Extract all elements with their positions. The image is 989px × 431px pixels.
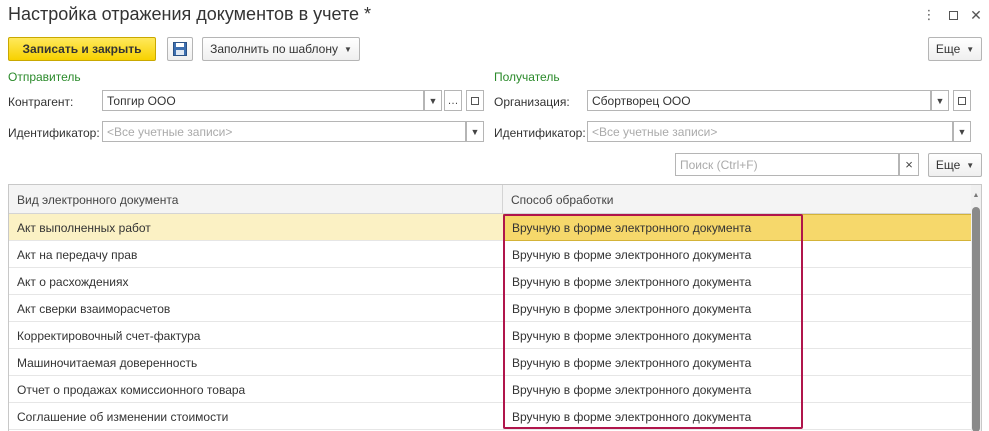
- organization-open-button[interactable]: [953, 90, 971, 111]
- method-cell[interactable]: Вручную в форме электронного документа: [503, 295, 751, 322]
- chevron-down-icon: ▼: [957, 126, 967, 137]
- chevron-down-icon: ▼: [966, 44, 975, 54]
- save-and-close-label: Записать и закрыть: [22, 42, 142, 56]
- method-cell[interactable]: Вручную в форме электронного документа: [503, 349, 751, 376]
- column-header-method[interactable]: Способ обработки: [503, 185, 613, 214]
- open-link-icon: [471, 96, 479, 105]
- counterparty-label: Контрагент:: [8, 95, 74, 109]
- scrollbar-thumb[interactable]: [972, 207, 980, 431]
- search-input[interactable]: Поиск (Ctrl+F): [675, 153, 899, 176]
- counterparty-value: Топгир ООО: [107, 93, 176, 108]
- organization-dropdown-button[interactable]: ▼: [931, 90, 949, 111]
- save-and-close-button[interactable]: Записать и закрыть: [8, 37, 156, 61]
- counterparty-select-button[interactable]: …: [444, 90, 462, 111]
- doc-type-cell: Акт на передачу прав: [17, 247, 138, 262]
- floppy-disk-icon: [173, 42, 187, 56]
- organization-value: Сбортворец ООО: [592, 93, 691, 108]
- window-title: Настройка отражения документов в учете *: [8, 4, 372, 24]
- open-link-icon: [958, 96, 966, 105]
- doc-type-cell: Соглашение об изменении стоимости: [17, 409, 229, 424]
- kebab-menu-icon[interactable]: ⋮: [920, 6, 938, 24]
- doc-type-cell: Отчет о продажах комиссионного товара: [17, 382, 246, 397]
- table-row[interactable]: Акт сверки взаиморасчетов Вручную в форм…: [9, 295, 973, 322]
- table-header: Вид электронного документа Способ обрабо…: [9, 185, 973, 214]
- doc-type-cell: Акт сверки взаиморасчетов: [17, 301, 171, 316]
- maximize-icon[interactable]: [944, 6, 962, 24]
- recipient-identifier-placeholder: <Все учетные записи>: [592, 124, 718, 139]
- doc-type-cell: Корректировочный счет-фактура: [17, 328, 201, 343]
- more-label: Еще: [935, 42, 961, 56]
- chevron-down-icon: ▼: [428, 95, 438, 106]
- fill-by-template-button[interactable]: Заполнить по шаблону ▼: [202, 37, 360, 61]
- save-button[interactable]: [167, 37, 193, 61]
- table-row[interactable]: Акт о расхождениях Вручную в форме элект…: [9, 268, 973, 295]
- close-icon[interactable]: ✕: [967, 6, 985, 24]
- sender-identifier-field[interactable]: <Все учетные записи>: [102, 121, 466, 142]
- counterparty-field[interactable]: Топгир ООО: [102, 90, 424, 111]
- recipient-section-label: Получатель: [494, 70, 560, 84]
- method-cell[interactable]: Вручную в форме электронного документа: [503, 268, 751, 295]
- chevron-down-icon: ▼: [343, 44, 352, 54]
- table-scrollbar[interactable]: ▲: [971, 185, 981, 431]
- fill-by-template-label: Заполнить по шаблону: [210, 42, 338, 56]
- clear-icon: ×: [905, 157, 913, 172]
- recipient-identifier-dropdown-button[interactable]: ▼: [953, 121, 971, 142]
- scroll-up-icon[interactable]: ▲: [972, 191, 980, 201]
- ellipsis-icon: …: [447, 94, 459, 107]
- doc-type-cell: Акт о расхождениях: [17, 274, 129, 289]
- chevron-down-icon: ▼: [966, 160, 975, 170]
- method-cell[interactable]: Вручную в форме электронного документа: [503, 403, 751, 430]
- search-placeholder: Поиск (Ctrl+F): [680, 157, 758, 172]
- sender-section-label: Отправитель: [8, 70, 81, 84]
- table-row[interactable]: Акт выполненных работ Вручную в форме эл…: [9, 214, 973, 241]
- table-row[interactable]: Отчет о продажах комиссионного товара Вр…: [9, 376, 973, 403]
- table-row[interactable]: Корректировочный счет-фактура Вручную в …: [9, 322, 973, 349]
- table-row[interactable]: Машиночитаемая доверенность Вручную в фо…: [9, 349, 973, 376]
- counterparty-open-button[interactable]: [466, 90, 484, 111]
- method-cell[interactable]: Вручную в форме электронного документа: [503, 322, 751, 349]
- method-cell[interactable]: Вручную в форме электронного документа: [503, 241, 751, 268]
- table-row[interactable]: Акт на передачу прав Вручную в форме эле…: [9, 241, 973, 268]
- organization-field[interactable]: Сбортворец ООО: [587, 90, 931, 111]
- sender-identifier-dropdown-button[interactable]: ▼: [466, 121, 484, 142]
- column-header-doc-type[interactable]: Вид электронного документа: [9, 185, 178, 214]
- chevron-down-icon: ▼: [935, 95, 945, 106]
- more-button[interactable]: Еще ▼: [928, 37, 982, 61]
- search-clear-button[interactable]: ×: [899, 153, 919, 176]
- table-row[interactable]: Соглашение об изменении стоимости Вручну…: [9, 403, 973, 430]
- doc-type-cell: Машиночитаемая доверенность: [17, 355, 198, 370]
- table-more-label: Еще: [935, 158, 961, 172]
- method-cell[interactable]: Вручную в форме электронного документа: [503, 214, 973, 241]
- sender-identifier-placeholder: <Все учетные записи>: [107, 124, 233, 139]
- chevron-down-icon: ▼: [470, 126, 480, 137]
- counterparty-dropdown-button[interactable]: ▼: [424, 90, 442, 111]
- documents-table: Вид электронного документа Способ обрабо…: [8, 184, 982, 431]
- doc-type-cell: Акт выполненных работ: [17, 220, 151, 235]
- recipient-identifier-field[interactable]: <Все учетные записи>: [587, 121, 953, 142]
- organization-label: Организация:: [494, 95, 570, 109]
- table-more-button[interactable]: Еще ▼: [928, 153, 982, 177]
- recipient-identifier-label: Идентификатор:: [494, 126, 586, 140]
- sender-identifier-label: Идентификатор:: [8, 126, 100, 140]
- method-cell[interactable]: Вручную в форме электронного документа: [503, 376, 751, 403]
